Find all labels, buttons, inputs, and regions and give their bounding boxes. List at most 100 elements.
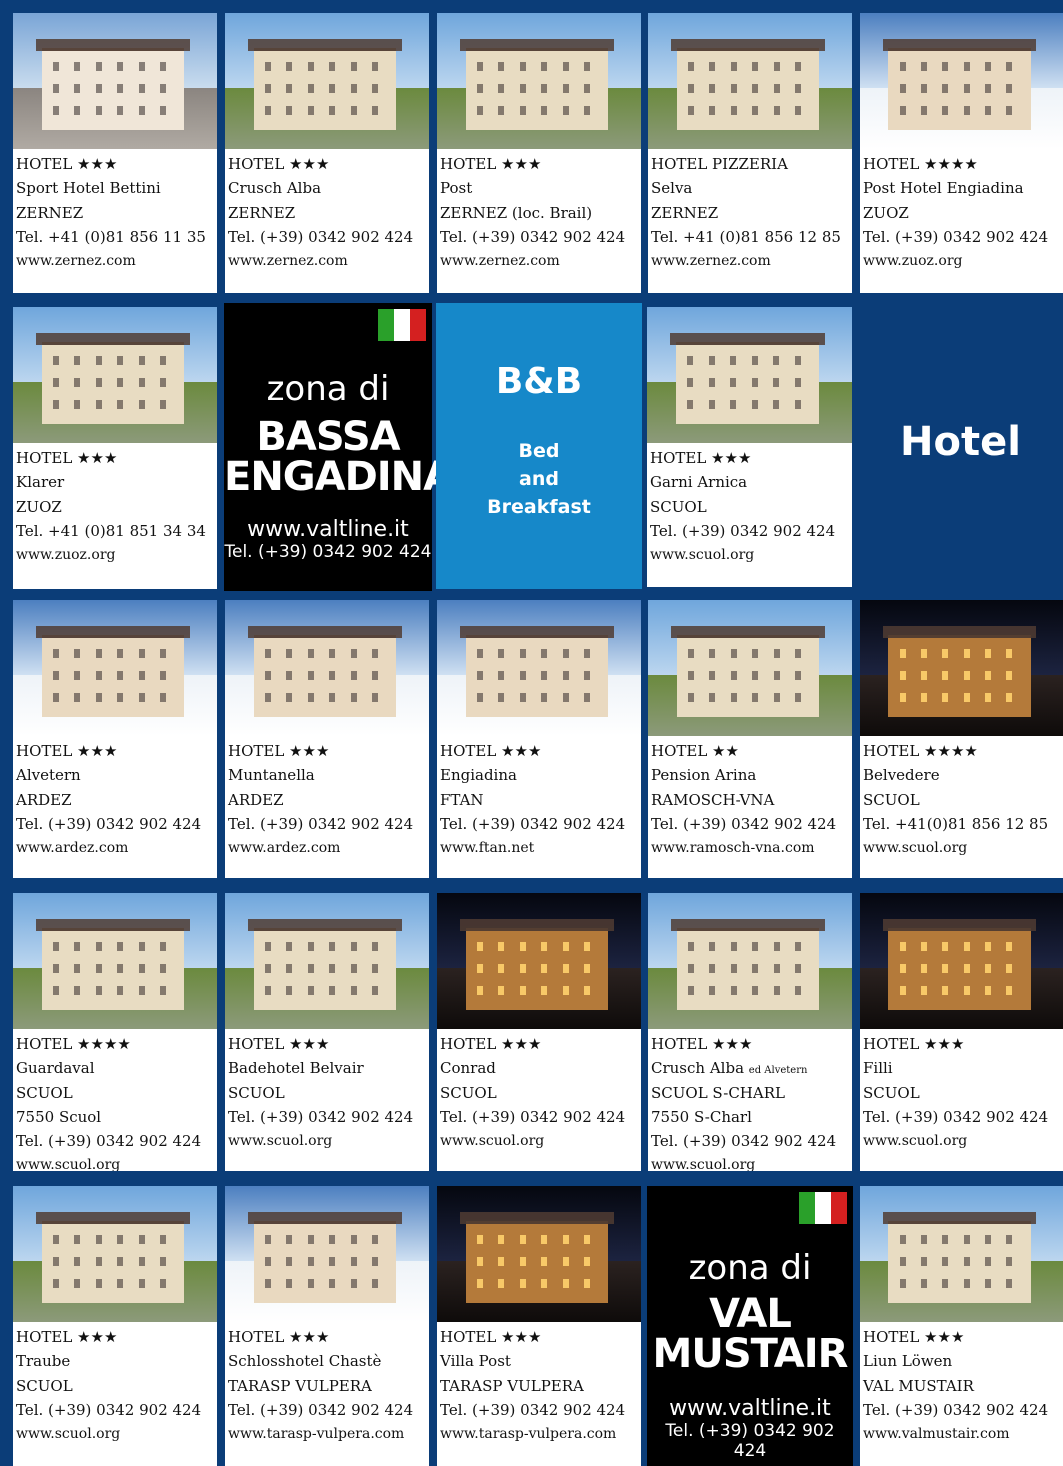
hotel-info: HOTEL ★★★ Traube SCUOL Tel. (+39) 0342 902 … [16, 1325, 215, 1446]
hotel-category: HOTEL ★★★ [440, 155, 542, 173]
hotel-info: HOTEL ★★★ Post ZERNEZ (loc. Brail) Tel. (+3… [440, 152, 639, 273]
hotel-name-row: Garni Arnica [650, 470, 850, 494]
hotel-website: www.tarasp-vulpera.com [228, 1426, 405, 1443]
hotel-category: HOTEL ★★★ [228, 1328, 330, 1346]
hotel-phone: Tel. (+39) 0342 902 424 [16, 1132, 202, 1151]
hotel-phone: Tel. (+39) 0342 902 424 [651, 1132, 837, 1151]
hotel-category: HOTEL ★★★ [16, 155, 118, 173]
hotel-phone: Tel. (+39) 0342 902 424 [863, 1400, 1049, 1419]
bb-line3: Breakfast [487, 496, 591, 518]
hotel-name-row: Klarer [16, 470, 215, 494]
hotel-phone: Tel. (+39) 0342 902 424 [651, 814, 837, 833]
zona-name-line1: BASSA [256, 414, 400, 460]
hotel-name: Crusch Alba [651, 1059, 745, 1078]
hotel-info: HOTEL ★★★★ Belvedere SCUOL Tel. +41(0)81 85… [863, 739, 1061, 860]
hotel-card: HOTEL ★★★ Garni Arnica SCUOL Tel. (+39) 034… [647, 307, 852, 587]
hotel-place: ZERNEZ [16, 203, 84, 222]
hotel-name: Muntanella [228, 766, 315, 785]
hotel-website: www.scuol.org [651, 1157, 756, 1171]
hotel-website: www.ftan.net [440, 840, 535, 857]
hotel-photo [648, 13, 852, 149]
hotel-photo [647, 307, 852, 443]
hotel-name-row: Belvedere [863, 763, 1061, 787]
hotel-place: SCUOL [440, 1083, 497, 1102]
hotel-card: HOTEL ★★★ Liun Löwen VAL MUSTAIR Tel. (+39)… [860, 1186, 1063, 1466]
hotel-place: ZERNEZ [228, 203, 296, 222]
hotel-photo [860, 600, 1063, 736]
hotel-name: Sport Hotel Bettini [16, 179, 161, 198]
hotel-photo [13, 1186, 217, 1322]
hotel-phone: Tel. +41 (0)81 856 11 35 [16, 227, 206, 246]
hotel-website: www.ardez.com [228, 840, 341, 857]
hotel-phone: Tel. (+39) 0342 902 424 [440, 1400, 626, 1419]
hotel-card: HOTEL ★★★★ Post Hotel Engiadina ZUOZ Tel. (… [860, 13, 1063, 293]
hotel-category: HOTEL ★★★ [440, 1328, 542, 1346]
hotel-phone: Tel. (+39) 0342 902 424 [16, 814, 202, 833]
hotel-info: HOTEL ★★★ Liun Löwen VAL MUSTAIR Tel. (+39)… [863, 1325, 1061, 1446]
italian-flag-icon [799, 1192, 847, 1224]
hotel-phone: Tel. (+39) 0342 902 424 [863, 227, 1049, 246]
hotel-category: HOTEL ★★★ [16, 1328, 118, 1346]
hotel-photo [13, 600, 217, 736]
hotel-name: Liun Löwen [863, 1352, 953, 1371]
hotel-info: HOTEL ★★★ Engiadina FTAN Tel. (+39) 0342 90… [440, 739, 639, 860]
hotel-name: Traube [16, 1352, 71, 1371]
hotel-card: HOTEL ★★★ Traube SCUOL Tel. (+39) 0342 902 … [13, 1186, 217, 1466]
hotel-phone: Tel. (+39) 0342 902 424 [16, 1400, 202, 1419]
hotel-website: www.scuol.org [863, 1133, 968, 1150]
hotel-name-row: Guardaval [16, 1056, 215, 1080]
hotel-category: HOTEL ★★★ [440, 1035, 542, 1053]
hotel-info: HOTEL ★★ Pension Arina RAMOSCH-VNA Tel. (+3… [651, 739, 850, 860]
hotel-info: HOTEL ★★★ Muntanella ARDEZ Tel. (+39) 0342 … [228, 739, 427, 860]
hotel-info: HOTEL ★★★ Klarer ZUOZ Tel. +41 (0)81 851 34… [16, 446, 215, 567]
hotel-photo [437, 1186, 641, 1322]
hotel-name: Alvetern [16, 766, 81, 785]
hotel-name: Garni Arnica [650, 473, 748, 492]
hotel-name: Villa Post [440, 1352, 511, 1371]
hotel-card: HOTEL ★★★ Conrad SCUOL Tel. (+39) 0342 902 … [437, 893, 641, 1171]
hotel-name: Badehotel Belvair [228, 1059, 364, 1078]
hotel-postcode: 7550 S-Charl [651, 1107, 752, 1126]
hotel-phone: Tel. (+39) 0342 902 424 [228, 227, 414, 246]
hotel-card: HOTEL ★★★ Sport Hotel Bettini ZERNEZ Tel. +… [13, 13, 217, 293]
hotel-name-row: Engiadina [440, 763, 639, 787]
hotel-phone: Tel. (+39) 0342 902 424 [650, 521, 836, 540]
hotel-name-row: Post [440, 176, 639, 200]
hotel-photo [225, 893, 429, 1029]
hotel-label-panel: Hotel [858, 303, 1063, 589]
hotel-name-row: Selva [651, 176, 850, 200]
hotel-info: HOTEL ★★★ Garni Arnica SCUOL Tel. (+39) 034… [650, 446, 850, 567]
hotel-category: HOTEL ★★★ [228, 1035, 330, 1053]
hotel-phone: Tel. +41(0)81 856 12 85 [863, 814, 1049, 833]
zona-name-line2: ENGADINA [224, 454, 454, 500]
hotel-photo [13, 893, 217, 1029]
hotel-card: HOTEL ★★★ Crusch Alba ZERNEZ Tel. (+39) 034… [225, 13, 429, 293]
hotel-category: HOTEL ★★★★ [863, 155, 978, 173]
hotel-photo [648, 600, 852, 736]
hotel-name: Pension Arina [651, 766, 757, 785]
hotel-website: www.zernez.com [228, 253, 348, 270]
hotel-place: FTAN [440, 790, 484, 809]
hotel-card: HOTEL ★★★ Muntanella ARDEZ Tel. (+39) 0342 … [225, 600, 429, 878]
hotel-website: www.zernez.com [651, 253, 771, 270]
hotel-name: Belvedere [863, 766, 940, 785]
hotel-photo [225, 1186, 429, 1322]
hotel-info: HOTEL ★★★ Conrad SCUOL Tel. (+39) 0342 902 … [440, 1032, 639, 1153]
hotel-category: HOTEL ★★★ [16, 742, 118, 760]
bb-panel: B&B Bed and Breakfast [436, 303, 642, 589]
hotel-card: HOTEL ★★★★ Guardaval SCUOL 7550 Scuol Tel. (… [13, 893, 217, 1171]
hotel-card: HOTEL ★★★ Crusch Alba ed Alvetern SCUOL S-… [648, 893, 852, 1171]
hotel-name: Filli [863, 1059, 893, 1078]
hotel-category: HOTEL ★★★ [228, 742, 330, 760]
zona-website: www.valtline.it [669, 1396, 831, 1421]
hotel-info: HOTEL ★★★ Villa Post TARASP VULPERA Tel. (+… [440, 1325, 639, 1446]
hotel-place: SCUOL S-CHARL [651, 1083, 785, 1102]
hotel-website: www.scuol.org [863, 840, 968, 857]
hotel-website: www.scuol.org [440, 1133, 545, 1150]
hotel-name-row: Schlosshotel Chastè [228, 1349, 427, 1373]
hotel-card: HOTEL ★★★ Schlosshotel Chastè TARASP VULPE… [225, 1186, 429, 1466]
hotel-card: HOTEL ★★★ Badehotel Belvair SCUOL Tel. (+39… [225, 893, 429, 1171]
hotel-photo [437, 13, 641, 149]
hotel-card: HOTEL ★★★★ Belvedere SCUOL Tel. +41(0)81 85… [860, 600, 1063, 878]
hotel-card: HOTEL ★★★ Filli SCUOL Tel. (+39) 0342 902 4… [860, 893, 1063, 1171]
